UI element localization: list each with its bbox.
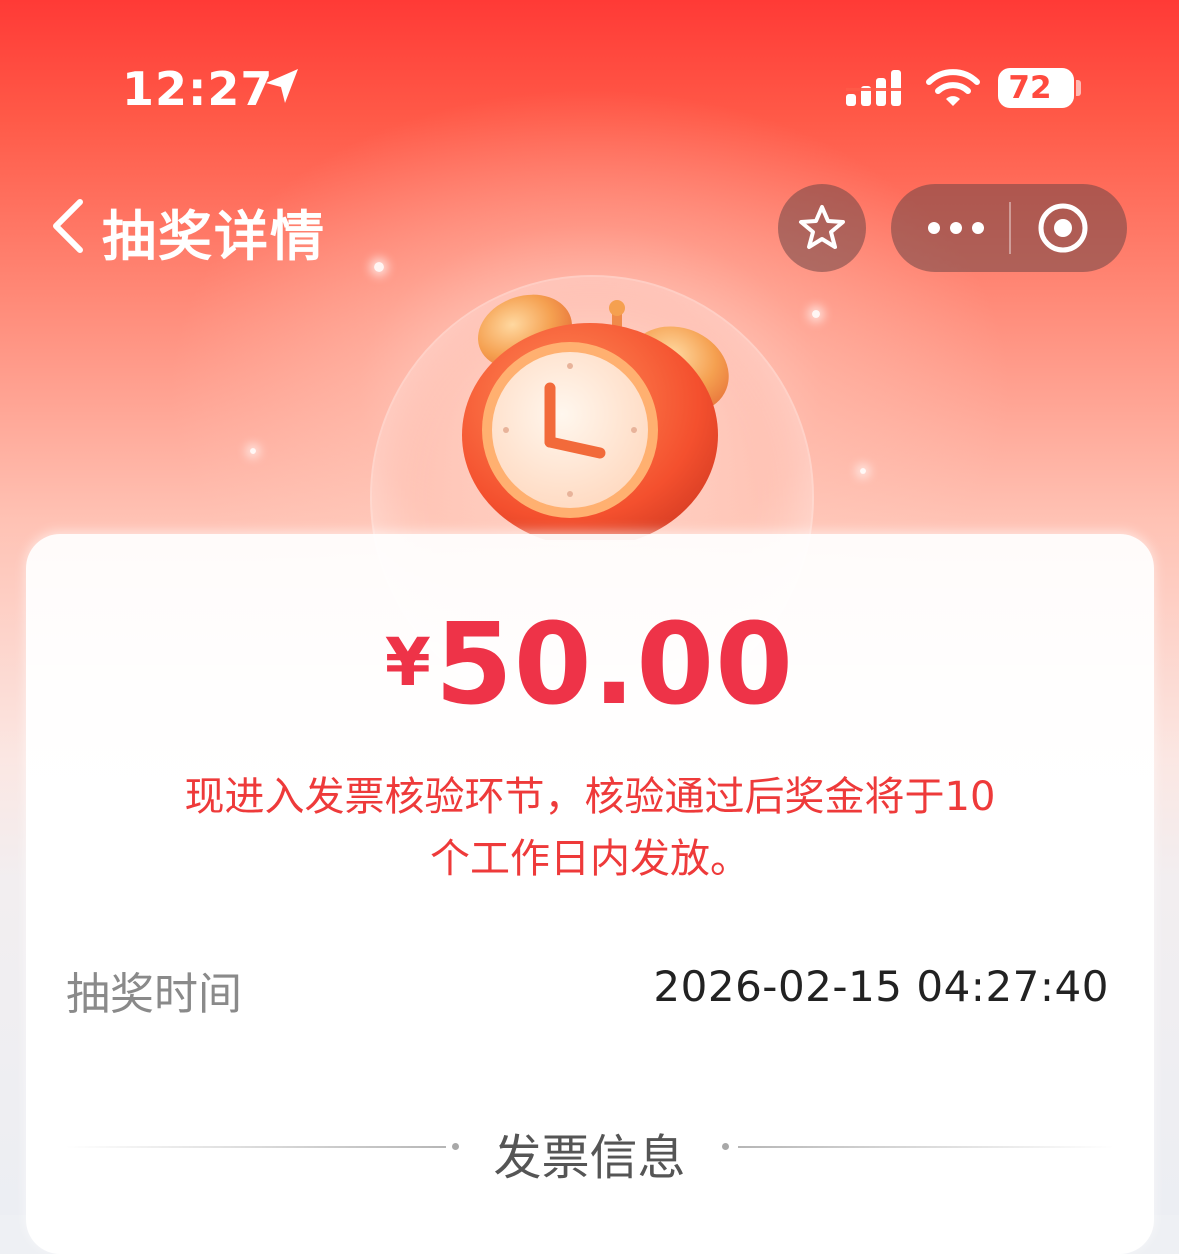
section-dot-right: [722, 1143, 729, 1150]
prize-amount: ¥50.00: [0, 600, 1179, 730]
payout-notice: 现进入发票核验环节，核验通过后奖金将于10 个工作日内发放。: [130, 766, 1050, 890]
draw-time-label: 抽奖时间: [66, 969, 242, 1020]
sparkle: [812, 310, 820, 318]
status-time: 12:27: [122, 62, 274, 116]
draw-time-value: 2026-02-15 04:27:40: [653, 962, 1109, 1011]
sparkle: [250, 448, 256, 454]
currency-symbol: ¥: [384, 624, 431, 701]
notice-line-2: 个工作日内发放。: [430, 836, 750, 882]
battery-cap: [1076, 80, 1081, 96]
star-icon: [799, 205, 845, 249]
sparkle: [374, 262, 384, 272]
battery-level: 72: [1008, 70, 1052, 106]
close-miniprogram-icon[interactable]: [1037, 202, 1089, 254]
amount-value: 50.00: [434, 600, 795, 730]
page-title: 抽奖详情: [102, 205, 326, 268]
more-icon[interactable]: [927, 218, 985, 238]
invoice-section-title: 发票信息: [493, 1130, 686, 1186]
sparkle: [860, 468, 866, 474]
capsule-divider: [1009, 202, 1011, 254]
miniprogram-capsule: [891, 184, 1127, 272]
location-arrow-icon: [266, 69, 298, 103]
battery-empty-portion: [1056, 68, 1074, 108]
back-icon[interactable]: [46, 196, 94, 256]
section-divider-right: [738, 1146, 1114, 1148]
alarm-clock-illustration: [462, 294, 729, 540]
battery-icon: 72: [998, 68, 1074, 108]
favorite-button[interactable]: [778, 184, 866, 272]
wifi-icon: [926, 69, 980, 106]
notice-line-1: 现进入发票核验环节，核验通过后奖金将于10: [184, 774, 996, 820]
signal-icon: [846, 70, 901, 106]
